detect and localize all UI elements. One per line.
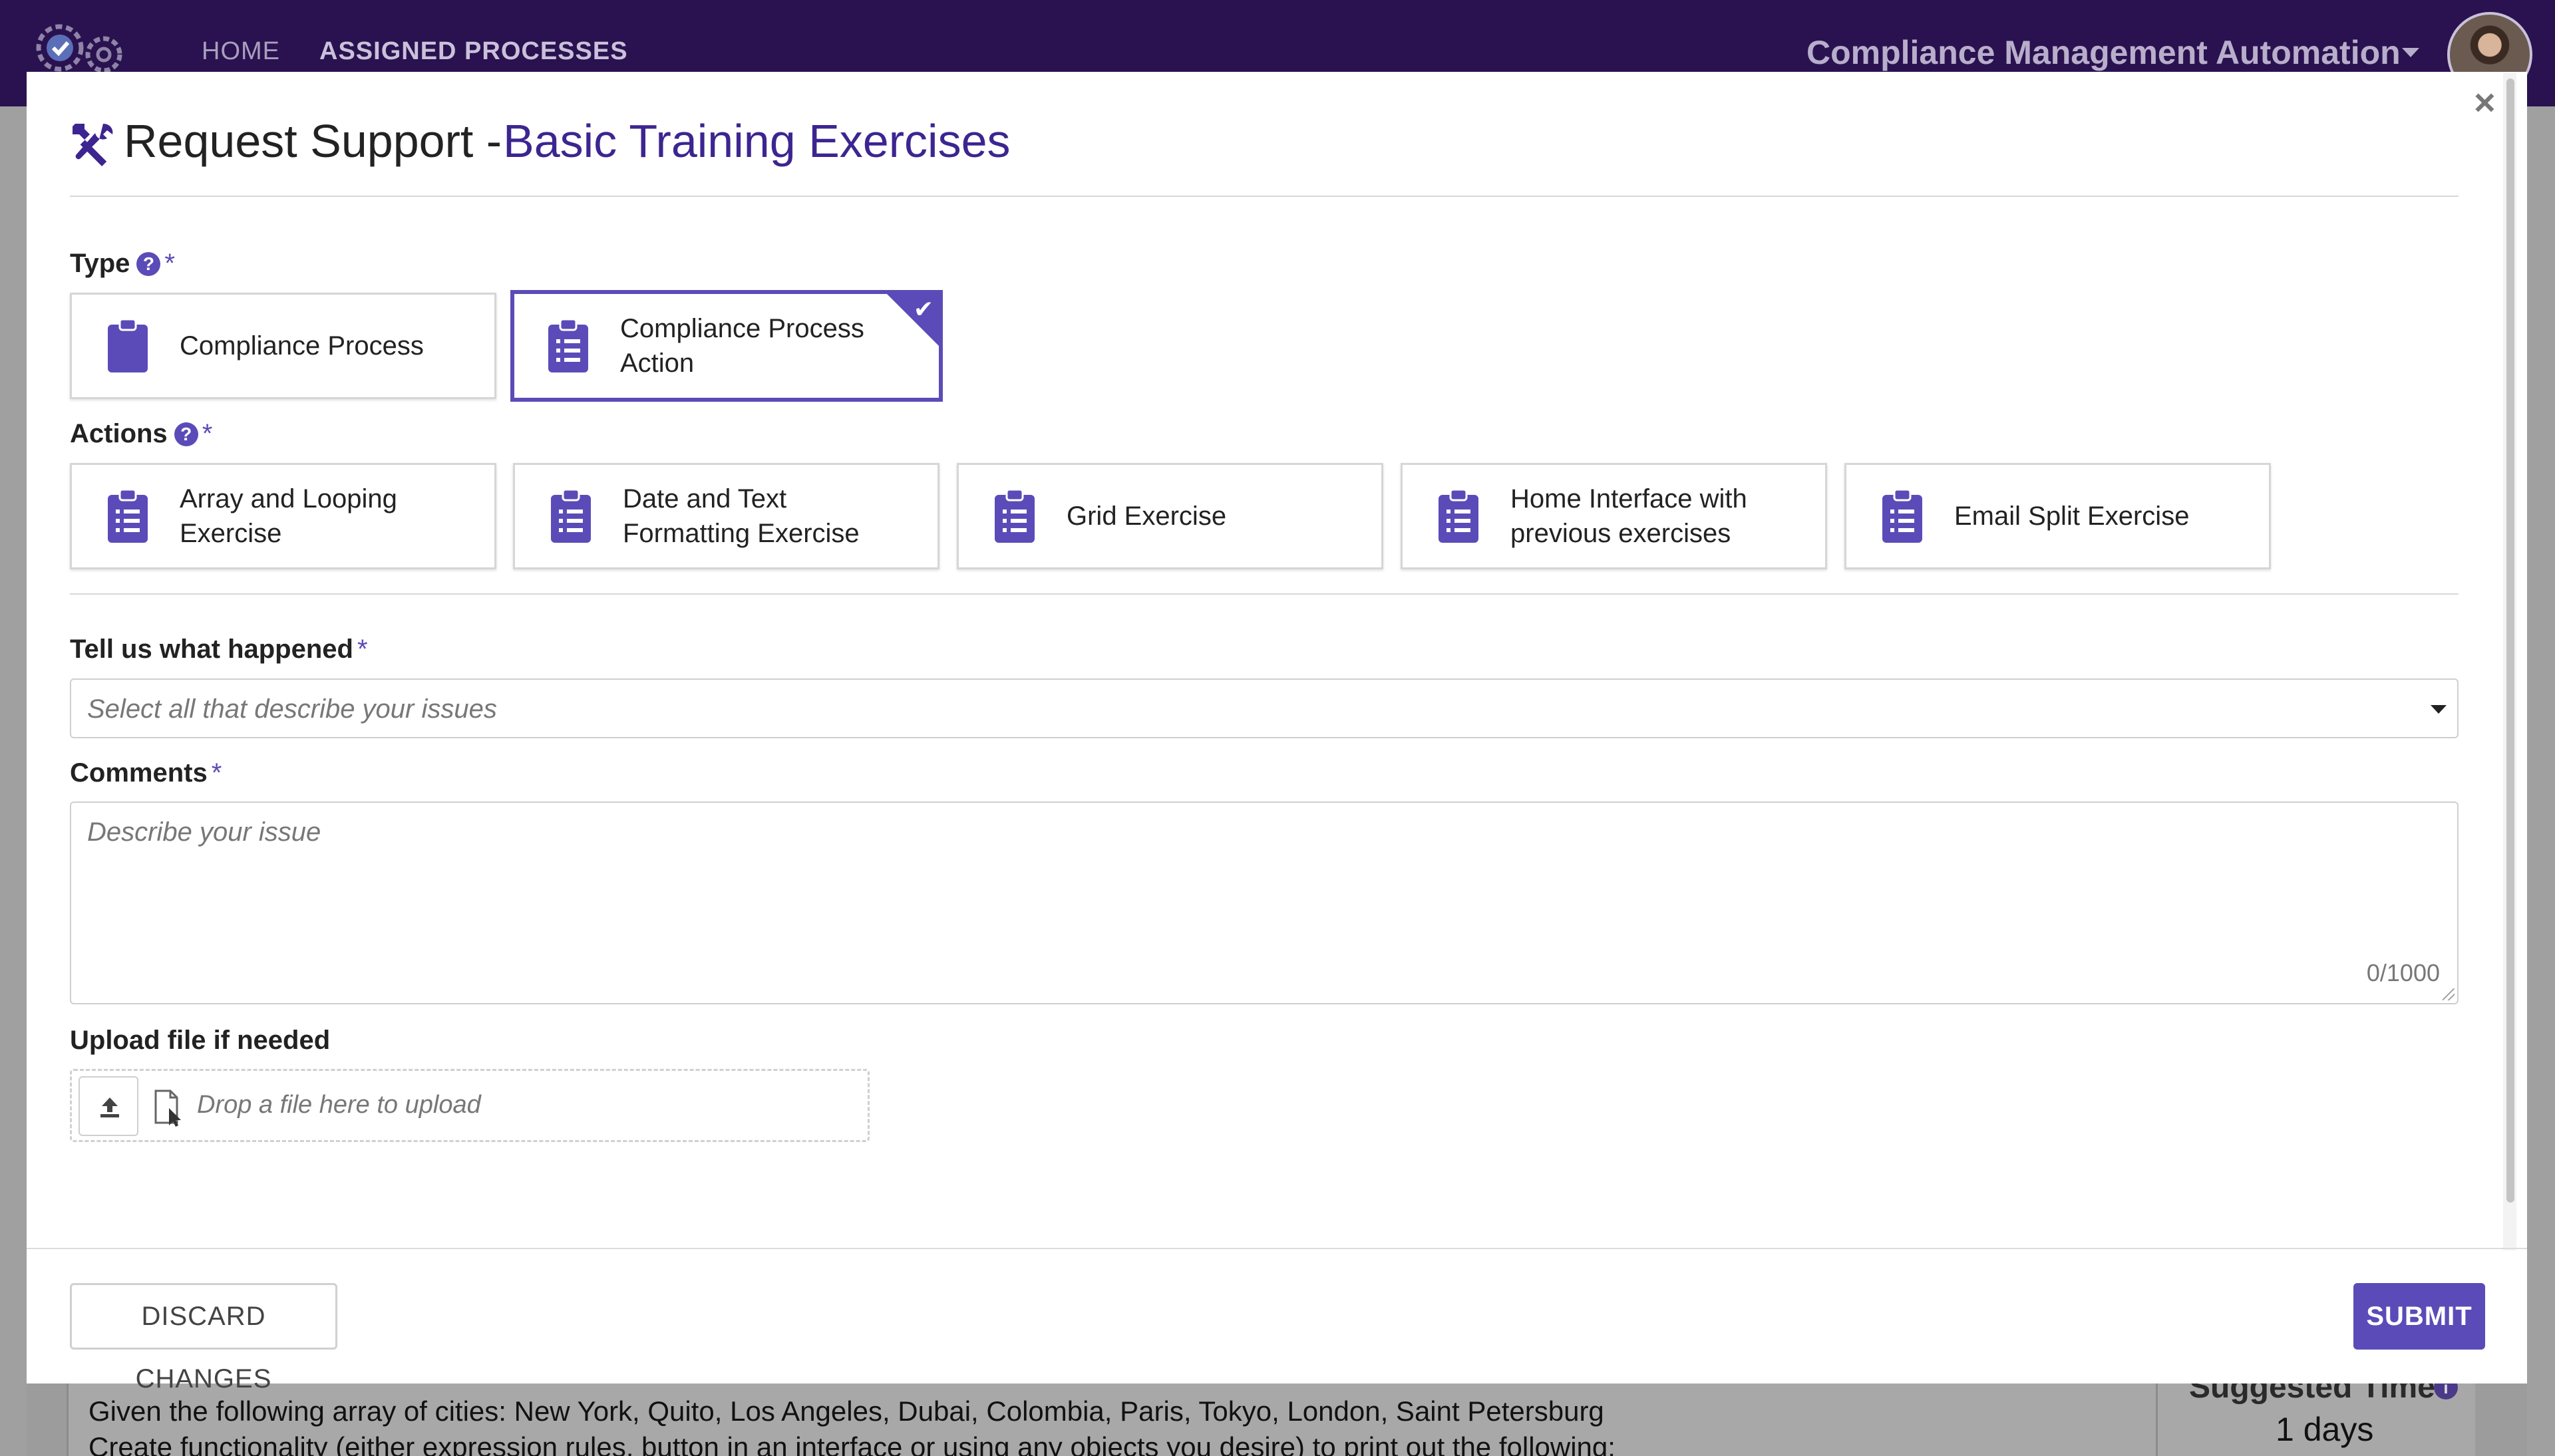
action-option-label: Email Split Exercise	[1954, 502, 2190, 531]
upload-button[interactable]	[79, 1076, 138, 1136]
exercise-description-line: Create functionality (either expression …	[88, 1431, 1616, 1456]
check-icon: ✔	[913, 295, 934, 323]
upload-label: Upload file if needed	[70, 1026, 331, 1055]
action-option[interactable]: Array and Looping Exercise	[70, 463, 496, 569]
suggested-time-value: 1 days	[2276, 1411, 2374, 1448]
discard-changes-button[interactable]: DISCARD CHANGES	[70, 1283, 337, 1393]
divider	[70, 593, 2459, 595]
resize-handle-icon[interactable]	[2443, 988, 2455, 1000]
help-icon[interactable]: ?	[174, 422, 198, 446]
app-switcher[interactable]: Compliance Management Automation	[1806, 33, 2401, 72]
clipboard-list-icon	[551, 488, 591, 543]
comments-label: Comments *	[70, 758, 222, 788]
dialog-title-process-name: Basic Training Exercises	[503, 115, 1011, 167]
clipboard-list-icon	[1439, 488, 1478, 543]
page-backdrop-right	[2527, 106, 2555, 1456]
upload-icon	[100, 1097, 119, 1117]
required-mark: *	[164, 249, 175, 278]
page-backdrop-left	[0, 106, 27, 1456]
action-option-label: Grid Exercise	[1067, 502, 1227, 531]
clipboard-list-icon	[1882, 488, 1922, 543]
action-option-label: Date and Text Formatting Exercise	[623, 484, 860, 548]
submit-button[interactable]: SUBMIT	[2353, 1283, 2485, 1350]
nav-home[interactable]: HOME	[202, 37, 280, 66]
comments-textarea[interactable]: Describe your issue 0/1000	[70, 801, 2459, 1004]
chevron-down-icon[interactable]	[2402, 48, 2419, 57]
required-mark: *	[357, 635, 368, 664]
help-icon[interactable]: ?	[136, 252, 161, 276]
clipboard-icon	[108, 318, 148, 372]
happened-label-text: Tell us what happened	[70, 635, 353, 664]
comments-label-text: Comments	[70, 758, 208, 788]
type-option-compliance-process[interactable]: Compliance Process	[70, 293, 496, 399]
required-mark: *	[202, 419, 213, 448]
exercise-description-line: Given the following array of cities: New…	[88, 1395, 1604, 1427]
dropzone-placeholder: Drop a file here to upload	[197, 1091, 481, 1119]
type-label: Type? *	[70, 249, 175, 279]
action-option[interactable]: Home Interface with previous exercises	[1401, 463, 1827, 569]
file-dropzone[interactable]: Drop a file here to upload	[70, 1069, 870, 1142]
comments-placeholder: Describe your issue	[87, 817, 321, 847]
actions-label-text: Actions	[70, 419, 168, 448]
type-label-text: Type	[70, 249, 130, 278]
type-option-compliance-process-action[interactable]: Compliance Process Action ✔	[510, 290, 943, 402]
dialog-scrollbar-thumb[interactable]	[2506, 78, 2514, 1203]
file-cursor-icon	[154, 1090, 181, 1127]
required-mark: *	[211, 758, 222, 788]
type-option-label: Compliance Process Action	[620, 314, 864, 378]
divider	[70, 196, 2459, 197]
tools-icon	[73, 124, 113, 166]
clipboard-list-icon	[108, 488, 148, 543]
gears-logo-icon[interactable]	[25, 16, 132, 76]
clipboard-list-icon	[995, 488, 1035, 543]
type-option-label: Compliance Process	[180, 331, 424, 361]
character-counter: 0/1000	[2366, 959, 2440, 986]
clipboard-list-icon	[548, 318, 588, 372]
issue-multiselect[interactable]: Select all that describe your issues	[70, 678, 2459, 738]
chevron-down-icon[interactable]	[2431, 705, 2447, 714]
nav-assigned-processes[interactable]: ASSIGNED PROCESSES	[319, 37, 628, 66]
happened-label: Tell us what happened *	[70, 635, 368, 664]
close-icon[interactable]: ×	[2474, 84, 2496, 121]
action-option-label: Array and Looping Exercise	[180, 484, 397, 548]
divider	[27, 1248, 2527, 1249]
actions-label: Actions? *	[70, 419, 212, 449]
action-option[interactable]: Date and Text Formatting Exercise	[513, 463, 939, 569]
action-option-label: Home Interface with previous exercises	[1510, 484, 1747, 548]
action-option[interactable]: Email Split Exercise	[1844, 463, 2271, 569]
action-option[interactable]: Grid Exercise	[957, 463, 1383, 569]
issue-multiselect-placeholder: Select all that describe your issues	[87, 694, 497, 724]
dialog-title: Request Support -	[124, 115, 502, 167]
